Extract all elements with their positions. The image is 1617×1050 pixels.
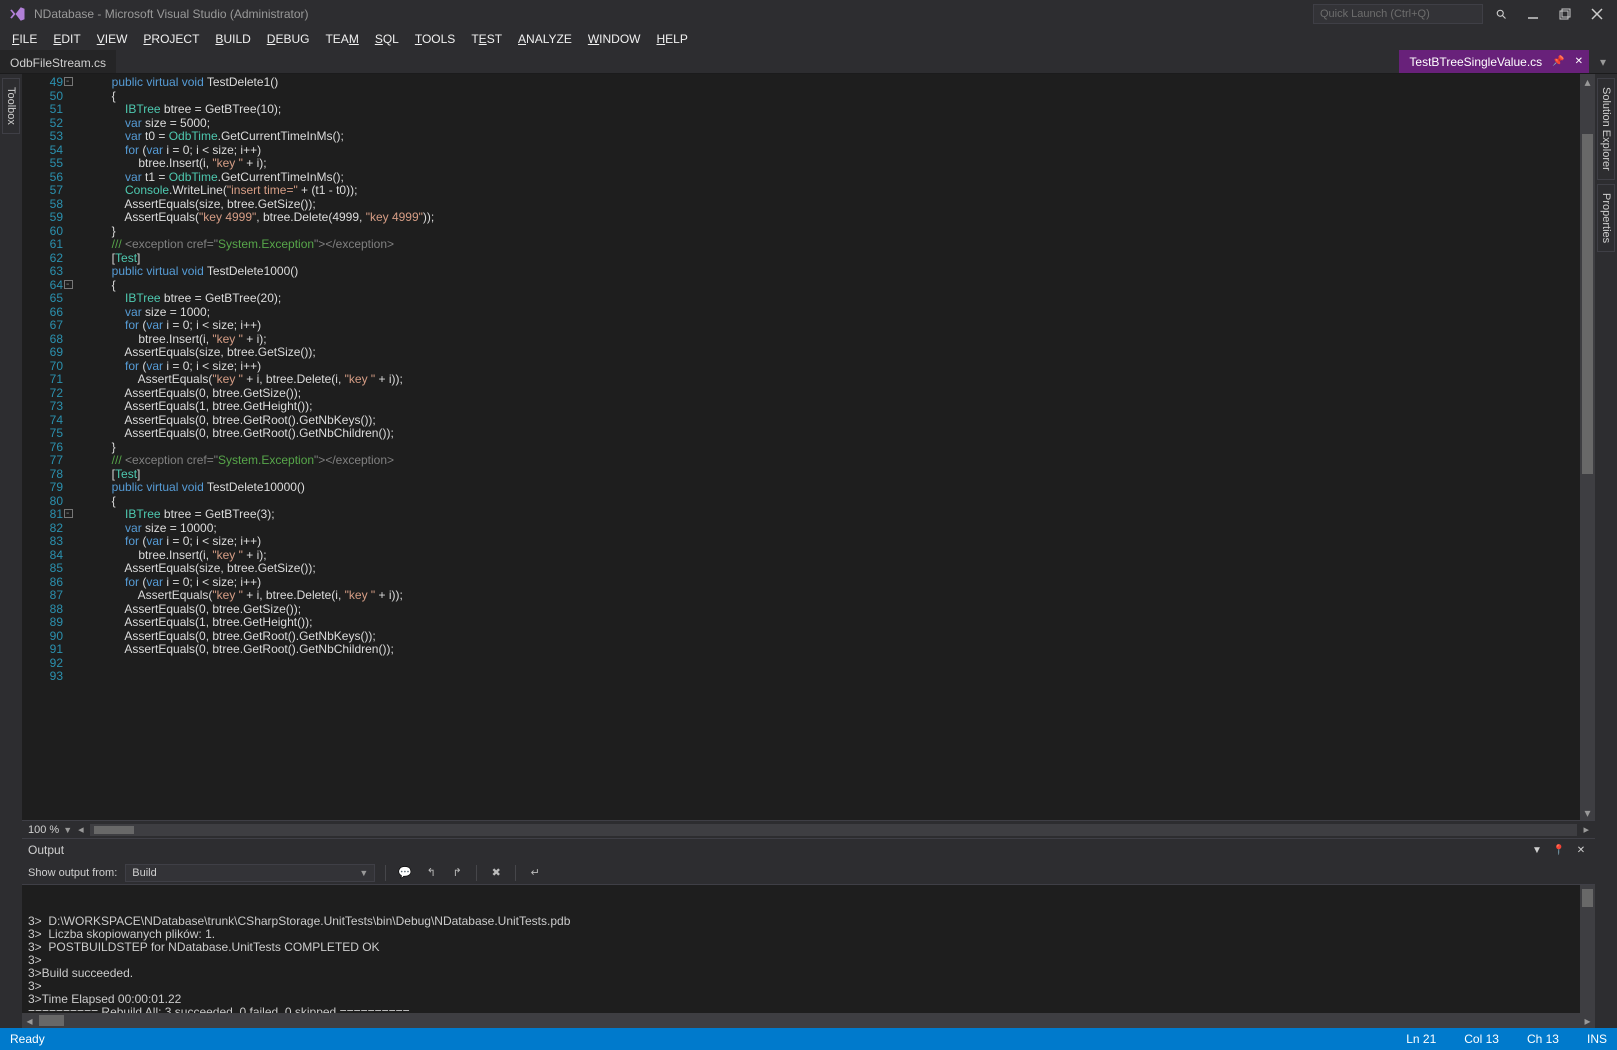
tab-testbtreesinglevalue[interactable]: TestBTreeSingleValue.cs 📌 ✕ xyxy=(1399,50,1589,73)
close-button[interactable] xyxy=(1583,3,1611,25)
code-area[interactable]: public virtual void TestDelete1() { IBTr… xyxy=(77,74,1580,820)
menu-bar: FILEEDITVIEWPROJECTBUILDDEBUGTEAMSQLTOOL… xyxy=(0,28,1617,50)
close-icon[interactable]: ✕ xyxy=(1575,56,1583,67)
word-wrap-icon[interactable]: ↵ xyxy=(526,864,544,882)
status-ready: Ready xyxy=(10,1032,45,1046)
maximize-button[interactable] xyxy=(1551,3,1579,25)
status-col: Col 13 xyxy=(1464,1032,1499,1046)
left-tool-strip: Toolbox xyxy=(0,74,22,1028)
zoom-selector[interactable]: 100 %▼ xyxy=(28,824,72,836)
right-tool-strip: Solution Explorer Properties xyxy=(1595,74,1617,1028)
clear-all-icon[interactable]: ✖ xyxy=(487,864,505,882)
menu-team[interactable]: TEAM xyxy=(317,30,366,48)
editor-vertical-scrollbar[interactable]: ▴ ▾ xyxy=(1580,74,1595,820)
output-title: Output xyxy=(28,843,64,857)
status-ch: Ch 13 xyxy=(1527,1032,1559,1046)
next-icon[interactable]: ↱ xyxy=(448,864,466,882)
solution-explorer-tab[interactable]: Solution Explorer xyxy=(1597,78,1615,180)
menu-build[interactable]: BUILD xyxy=(207,30,258,48)
title-bar: NDatabase - Microsoft Visual Studio (Adm… xyxy=(0,0,1617,28)
menu-edit[interactable]: EDIT xyxy=(45,30,88,48)
output-panel: Output ▼ 📍 ✕ Show output from: Build▼ 💬 … xyxy=(22,838,1595,1028)
editor-footer: 100 %▼ ◂ ▸ xyxy=(22,820,1595,838)
code-editor[interactable]: 4950515253545556575859606162636465666768… xyxy=(22,74,1595,820)
output-source-label: Show output from: xyxy=(28,867,117,879)
panel-close-icon[interactable]: ✕ xyxy=(1573,842,1589,858)
menu-test[interactable]: TEST xyxy=(463,30,510,48)
line-gutter: 4950515253545556575859606162636465666768… xyxy=(22,74,77,820)
window-title: NDatabase - Microsoft Visual Studio (Adm… xyxy=(34,7,309,21)
menu-analyze[interactable]: ANALYZE xyxy=(510,30,580,48)
visual-studio-icon xyxy=(8,5,26,23)
scroll-up-icon[interactable]: ▴ xyxy=(1580,74,1595,89)
status-line: Ln 21 xyxy=(1406,1032,1436,1046)
hscroll-right-icon[interactable]: ▸ xyxy=(1583,823,1589,836)
tab-odbfilestream[interactable]: OdbFileStream.cs xyxy=(0,50,116,73)
scrollbar-thumb[interactable] xyxy=(1582,134,1593,474)
find-message-icon[interactable]: 💬 xyxy=(396,864,414,882)
output-source-dropdown[interactable]: Build▼ xyxy=(125,864,375,882)
output-text[interactable]: 3> D:\WORKSPACE\NDatabase\trunk\CSharpSt… xyxy=(22,885,1595,1013)
menu-project[interactable]: PROJECT xyxy=(135,30,207,48)
editor-horizontal-scrollbar[interactable] xyxy=(90,824,1578,836)
menu-help[interactable]: HELP xyxy=(649,30,696,48)
tab-overflow-icon[interactable]: ▾ xyxy=(1589,51,1617,73)
toolbox-tab[interactable]: Toolbox xyxy=(2,78,20,134)
menu-window[interactable]: WINDOW xyxy=(580,30,649,48)
output-horizontal-scrollbar[interactable]: ◂▸ xyxy=(22,1013,1595,1028)
scroll-down-icon[interactable]: ▾ xyxy=(1580,805,1595,820)
minimize-button[interactable] xyxy=(1519,3,1547,25)
output-vertical-scrollbar[interactable] xyxy=(1580,885,1595,1013)
pin-icon[interactable]: 📌 xyxy=(1552,56,1564,67)
search-icon[interactable] xyxy=(1487,3,1515,25)
menu-view[interactable]: VIEW xyxy=(89,30,136,48)
properties-tab[interactable]: Properties xyxy=(1597,184,1615,252)
panel-pin-icon[interactable]: 📍 xyxy=(1551,842,1567,858)
hscroll-left-icon[interactable]: ◂ xyxy=(78,823,84,836)
quick-launch-input[interactable]: Quick Launch (Ctrl+Q) xyxy=(1313,4,1483,24)
status-ins: INS xyxy=(1587,1032,1607,1046)
menu-file[interactable]: FILE xyxy=(4,30,45,48)
menu-tools[interactable]: TOOLS xyxy=(407,30,463,48)
prev-icon[interactable]: ↰ xyxy=(422,864,440,882)
document-tabs: OdbFileStream.cs TestBTreeSingleValue.cs… xyxy=(0,50,1617,74)
menu-sql[interactable]: SQL xyxy=(367,30,407,48)
menu-debug[interactable]: DEBUG xyxy=(259,30,318,48)
status-bar: Ready Ln 21 Col 13 Ch 13 INS xyxy=(0,1028,1617,1050)
panel-dropdown-icon[interactable]: ▼ xyxy=(1529,842,1545,858)
